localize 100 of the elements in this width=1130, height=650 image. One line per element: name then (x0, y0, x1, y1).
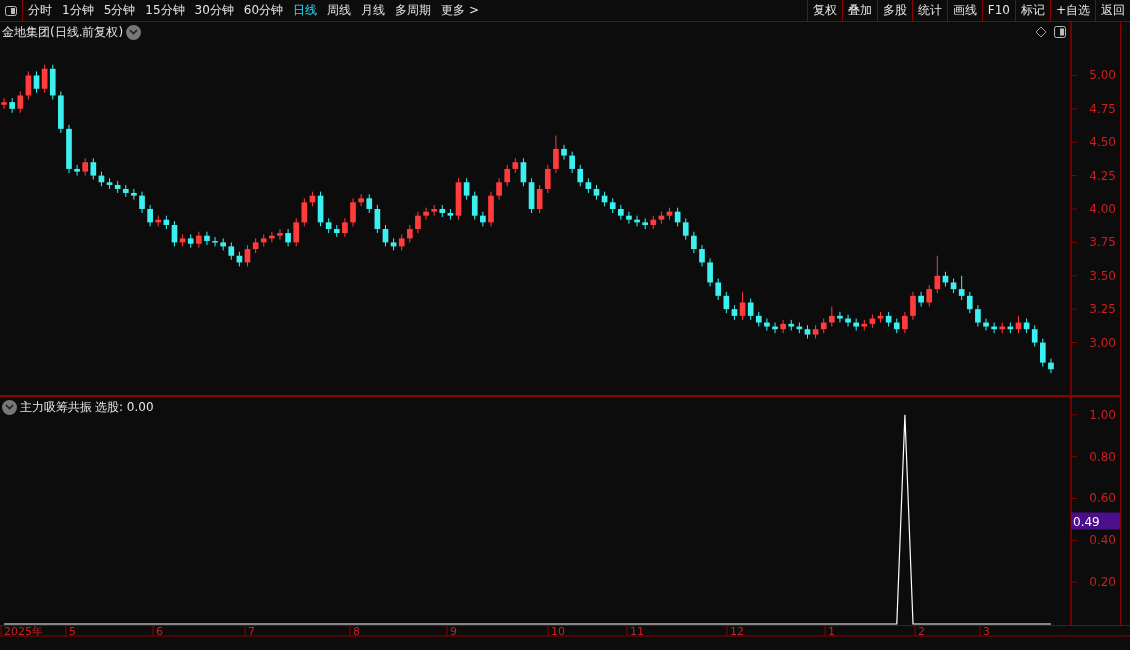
period-tab[interactable]: 30分钟 (189, 0, 239, 21)
candlestick (764, 318, 770, 332)
candlestick (691, 231, 697, 254)
candlestick (285, 228, 291, 247)
candlestick (634, 215, 640, 227)
candlestick (139, 191, 145, 214)
axis-label: 8 (353, 626, 360, 638)
axis-label: 3.00 (1089, 335, 1116, 350)
candlestick (618, 204, 624, 221)
candlestick (910, 291, 916, 321)
axis-label: 5.00 (1089, 68, 1116, 83)
candlestick (431, 204, 437, 217)
candlestick (212, 236, 218, 247)
candlestick (131, 188, 137, 201)
candlestick (423, 207, 429, 221)
toolbar-button[interactable]: 画线 (946, 0, 982, 21)
candlestick (488, 191, 494, 227)
period-tab[interactable]: 更多 > (436, 0, 484, 21)
panel-toggle-icon[interactable] (5, 5, 17, 16)
axis-label: 2025年 (4, 626, 43, 638)
period-tab[interactable]: 分时 (23, 0, 57, 21)
axis-label: 3 (983, 626, 990, 638)
period-tab[interactable]: 多周期 (390, 0, 437, 21)
candlestick (707, 257, 713, 287)
period-tab[interactable]: 15分钟 (140, 0, 190, 21)
layout-toggle-icon[interactable] (1036, 26, 1066, 38)
toolbar-button[interactable]: 叠加 (841, 0, 877, 21)
candlestick (220, 237, 226, 251)
period-tab[interactable]: 1分钟 (57, 0, 99, 21)
candlestick (342, 217, 348, 238)
axis-label: 4.25 (1089, 168, 1116, 183)
toolbar-button[interactable]: 多股 (876, 0, 912, 21)
axis-label: 0.60 (1089, 491, 1116, 506)
axis-label: 3.50 (1089, 268, 1116, 283)
period-tab[interactable]: 月线 (356, 0, 391, 21)
axis-label: 5 (69, 626, 76, 638)
cursor-value-label: 0.49 (1071, 512, 1120, 530)
axis-label: 9 (450, 626, 457, 638)
axis-label: 1 (828, 626, 835, 638)
candlestick (772, 322, 778, 334)
chart-title: 金地集团(日线.前复权) (2, 24, 124, 41)
candlestick (626, 211, 632, 225)
candlestick (853, 318, 859, 332)
period-tab[interactable]: 日线 (288, 0, 323, 21)
axis-label: 0.20 (1089, 575, 1116, 590)
candlestick (415, 211, 421, 234)
candlestick (407, 224, 413, 243)
toolbar-button[interactable]: 返回 (1095, 0, 1130, 21)
candlestick (350, 197, 356, 227)
candlestick (147, 204, 153, 227)
candlestick (74, 164, 80, 177)
period-tab[interactable]: 60分钟 (238, 0, 289, 21)
candlestick (569, 151, 575, 174)
candlestick (196, 231, 202, 249)
candlestick (58, 90, 64, 134)
axis-label: 10 (551, 626, 565, 638)
candlestick (829, 306, 835, 328)
candlestick (975, 304, 981, 328)
candlestick (991, 322, 997, 334)
toolbar-button[interactable]: 标记 (1014, 0, 1050, 21)
candlestick (699, 244, 705, 267)
candlestick (358, 193, 364, 207)
candlestick (66, 124, 72, 174)
candlestick (269, 231, 275, 243)
candlestick (9, 97, 15, 114)
axis-label: 2 (918, 626, 925, 638)
candlestick (496, 177, 502, 201)
axis-label: 4.75 (1089, 101, 1116, 116)
toolbar-button[interactable]: F10 (981, 0, 1015, 21)
candlestick (780, 319, 786, 334)
candlestick (480, 211, 486, 227)
toolbar-button[interactable]: 统计 (911, 0, 947, 21)
candlestick (204, 231, 210, 246)
axis-label: 6 (156, 626, 163, 638)
candlestick (553, 135, 559, 174)
candlestick (1040, 338, 1046, 368)
candlestick (837, 311, 843, 324)
candlestick (642, 217, 648, 230)
period-tab[interactable]: 周线 (322, 0, 357, 21)
candlestick (1048, 358, 1054, 374)
indicator-reading: 选股: 0.00 (95, 399, 154, 416)
axis-label: 1.00 (1089, 407, 1116, 422)
candlestick (277, 228, 283, 241)
axis-label: 4.50 (1089, 135, 1116, 150)
toolbar-button[interactable]: 复权 (806, 0, 842, 21)
candlestick (902, 311, 908, 334)
axis-label: 7 (248, 626, 255, 638)
axis-label: 12 (730, 626, 744, 638)
axis-label: 3.75 (1089, 235, 1116, 250)
indicator-title: 主力吸筹共振 (20, 399, 92, 416)
toolbar-button[interactable]: +自选 (1049, 0, 1095, 21)
dropdown-icon[interactable] (126, 24, 142, 40)
dropdown-icon[interactable] (2, 399, 17, 415)
candlestick (845, 314, 851, 328)
candlestick (1, 97, 7, 110)
axis-label: 4.00 (1089, 202, 1116, 216)
candlestick (561, 144, 567, 161)
period-tab[interactable]: 5分钟 (98, 0, 141, 21)
axis-label: 0.40 (1089, 533, 1116, 548)
axis-label: 0.80 (1089, 449, 1116, 464)
